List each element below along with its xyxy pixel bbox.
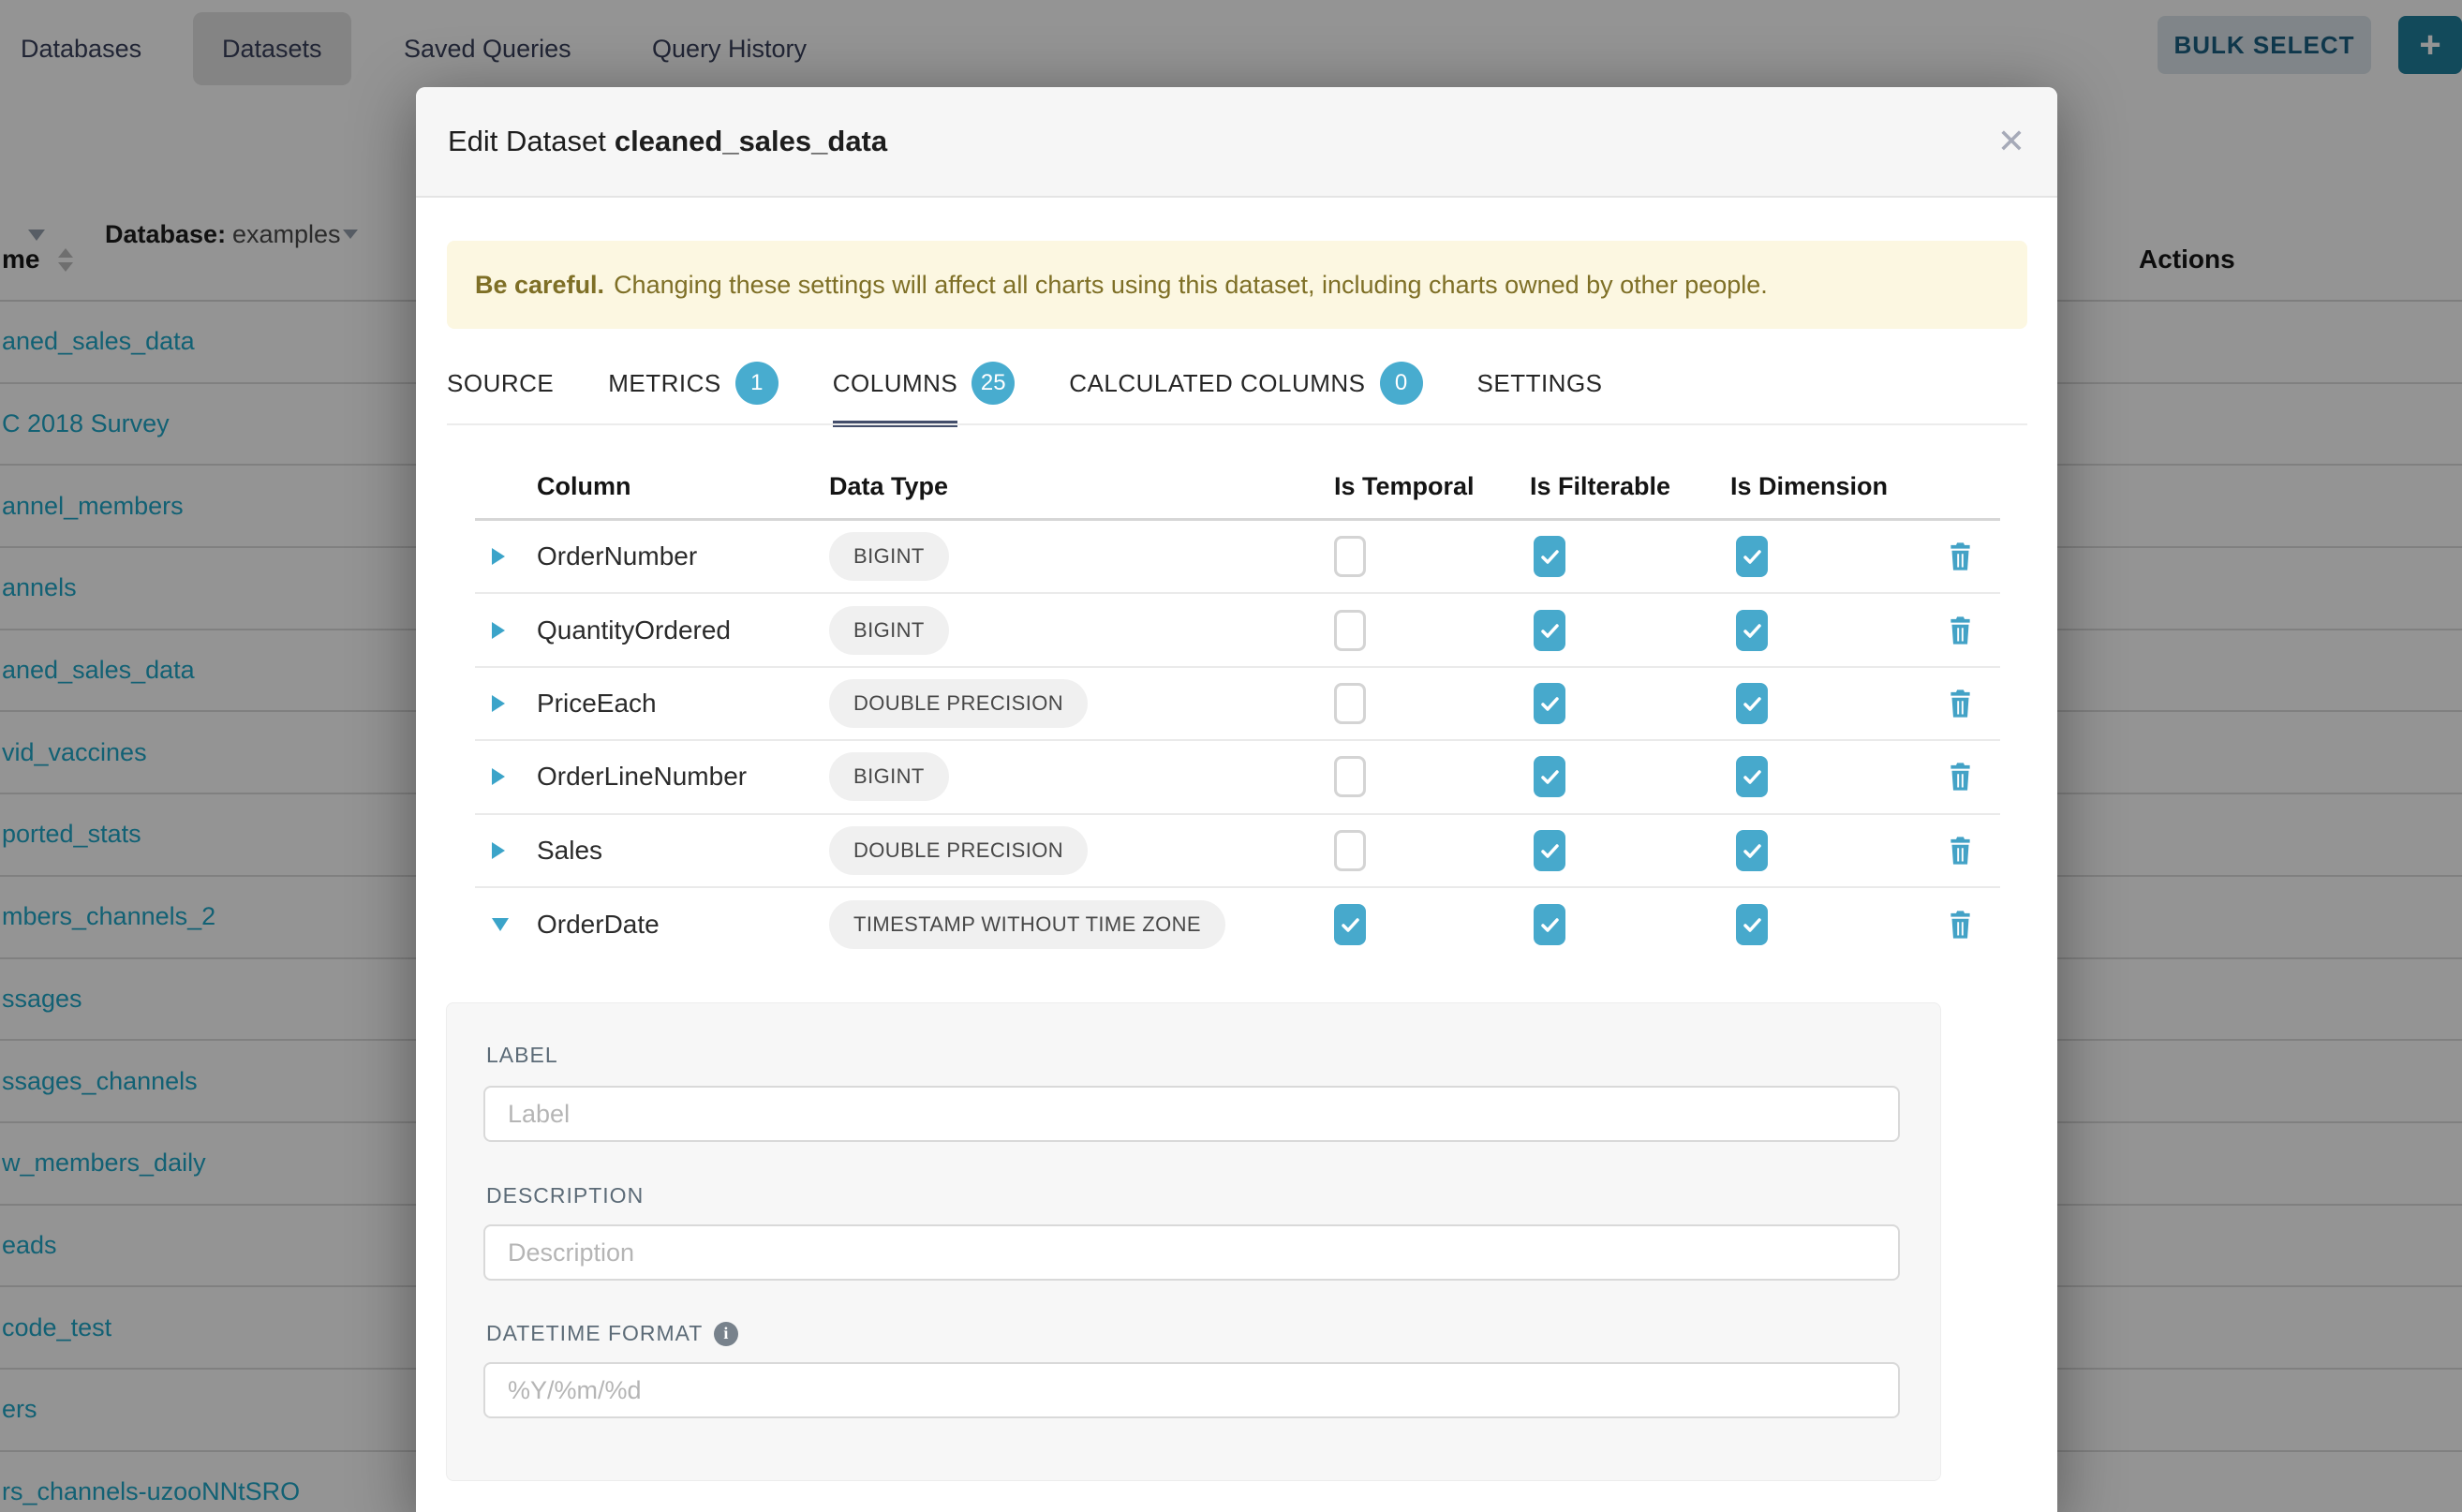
warning-banner-text: Changing these settings will affect all … (614, 271, 1768, 300)
column-name: Sales (537, 836, 602, 866)
info-icon[interactable]: i (714, 1322, 738, 1346)
column-row: QuantityOrdered BIGINT (475, 594, 2000, 667)
is-dimension-checkbox[interactable] (1736, 830, 1768, 871)
delete-column-icon[interactable] (1948, 910, 1973, 940)
is-filterable-checkbox[interactable] (1534, 536, 1565, 577)
is-filterable-checkbox[interactable] (1534, 610, 1565, 651)
tab-count-badge: 1 (735, 362, 779, 405)
tab-source[interactable]: SOURCE (447, 352, 554, 414)
is-dimension-checkbox[interactable] (1736, 610, 1768, 651)
expand-caret-icon[interactable] (492, 548, 505, 565)
is-temporal-checkbox[interactable] (1334, 536, 1366, 577)
warning-banner: Be careful. Changing these settings will… (447, 241, 2027, 329)
modal-tabs: SOURCE METRICS 1 COLUMNS 25 CALCULATED COLUMN… (447, 352, 1603, 414)
tab-columns[interactable]: COLUMNS 25 (833, 352, 1016, 414)
column-name: PriceEach (537, 689, 657, 719)
is-dimension-checkbox[interactable] (1736, 536, 1768, 577)
data-type-pill: DOUBLE PRECISION (829, 679, 1088, 728)
column-name: OrderLineNumber (537, 762, 747, 792)
tab-label: SOURCE (447, 369, 554, 398)
column-row: OrderLineNumber BIGINT (475, 741, 2000, 814)
is-dimension-checkbox[interactable] (1736, 904, 1768, 945)
data-type-pill: BIGINT (829, 532, 949, 581)
datetime-format-label-text: DATETIME FORMAT (486, 1321, 703, 1346)
is-temporal-checkbox[interactable] (1334, 830, 1366, 871)
delete-column-icon[interactable] (1948, 689, 1973, 719)
column-editor-panel: LABEL DESCRIPTION DATETIME FORMAT i (446, 1002, 1941, 1481)
is-filterable-header: Is Filterable (1530, 472, 1670, 501)
is-filterable-checkbox[interactable] (1534, 904, 1565, 945)
columns-table-header: Column Data Type Is Temporal Is Filterab… (475, 423, 2000, 521)
warning-banner-bold: Be careful. (475, 271, 604, 300)
datetime-format-input[interactable] (483, 1362, 1900, 1418)
tab-settings[interactable]: SETTINGS (1477, 352, 1603, 414)
data-type-pill: TIMESTAMP WITHOUT TIME ZONE (829, 900, 1225, 949)
columns-table: Column Data Type Is Temporal Is Filterab… (475, 423, 2000, 961)
description-input[interactable] (483, 1224, 1900, 1281)
expand-caret-icon[interactable] (492, 695, 505, 712)
is-filterable-checkbox[interactable] (1534, 756, 1565, 797)
expand-caret-icon[interactable] (492, 842, 505, 859)
data-type-pill: DOUBLE PRECISION (829, 826, 1088, 875)
delete-column-icon[interactable] (1948, 762, 1973, 792)
tab-label: COLUMNS (833, 369, 958, 398)
tab-calculated-columns[interactable]: CALCULATED COLUMNS 0 (1069, 352, 1422, 414)
delete-column-icon[interactable] (1948, 836, 1973, 866)
datetime-format-field-label: DATETIME FORMAT i (486, 1321, 738, 1346)
expand-caret-icon[interactable] (492, 918, 509, 931)
expand-caret-icon[interactable] (492, 622, 505, 639)
delete-column-icon[interactable] (1948, 541, 1973, 571)
is-temporal-checkbox[interactable] (1334, 683, 1366, 724)
is-filterable-checkbox[interactable] (1534, 830, 1565, 871)
column-row: OrderNumber BIGINT (475, 521, 2000, 594)
is-dimension-checkbox[interactable] (1736, 756, 1768, 797)
delete-column-icon[interactable] (1948, 615, 1973, 645)
modal-title-dataset-name: cleaned_sales_data (615, 125, 887, 157)
data-type-header: Data Type (829, 472, 948, 501)
column-header: Column (537, 472, 631, 501)
tab-count-badge: 0 (1380, 362, 1423, 405)
modal-title: Edit Dataset cleaned_sales_data (448, 125, 887, 158)
tab-label: CALCULATED COLUMNS (1069, 369, 1365, 398)
is-temporal-header: Is Temporal (1334, 472, 1475, 501)
app-screen: DatabasesDatasetsSaved QueriesQuery Hist… (0, 0, 2462, 1512)
data-type-pill: BIGINT (829, 752, 949, 801)
column-name: OrderNumber (537, 541, 697, 571)
tab-label: SETTINGS (1477, 369, 1603, 398)
is-filterable-checkbox[interactable] (1534, 683, 1565, 724)
column-name: QuantityOrdered (537, 615, 731, 645)
is-temporal-checkbox[interactable] (1334, 610, 1366, 651)
expand-caret-icon[interactable] (492, 768, 505, 785)
column-name: OrderDate (537, 910, 660, 940)
modal-header: Edit Dataset cleaned_sales_data ✕ (416, 87, 2057, 198)
columns-table-body: OrderNumber BIGINT QuantityOrdered BIGIN… (475, 521, 2000, 961)
edit-dataset-modal: Edit Dataset cleaned_sales_data ✕ Be care… (416, 87, 2057, 1512)
label-field-label: LABEL (486, 1043, 558, 1068)
is-dimension-checkbox[interactable] (1736, 683, 1768, 724)
close-icon[interactable]: ✕ (1997, 125, 2025, 158)
column-row: PriceEach DOUBLE PRECISION (475, 668, 2000, 741)
column-row: OrderDate TIMESTAMP WITHOUT TIME ZONE (475, 888, 2000, 961)
is-dimension-header: Is Dimension (1730, 472, 1888, 501)
modal-title-prefix: Edit Dataset (448, 125, 606, 157)
column-row: Sales DOUBLE PRECISION (475, 815, 2000, 888)
label-input[interactable] (483, 1086, 1900, 1142)
tab-count-badge: 25 (971, 362, 1015, 405)
is-temporal-checkbox[interactable] (1334, 904, 1366, 945)
tab-metrics[interactable]: METRICS 1 (608, 352, 779, 414)
description-field-label: DESCRIPTION (486, 1183, 644, 1208)
is-temporal-checkbox[interactable] (1334, 756, 1366, 797)
tab-label: METRICS (608, 369, 721, 398)
data-type-pill: BIGINT (829, 606, 949, 655)
